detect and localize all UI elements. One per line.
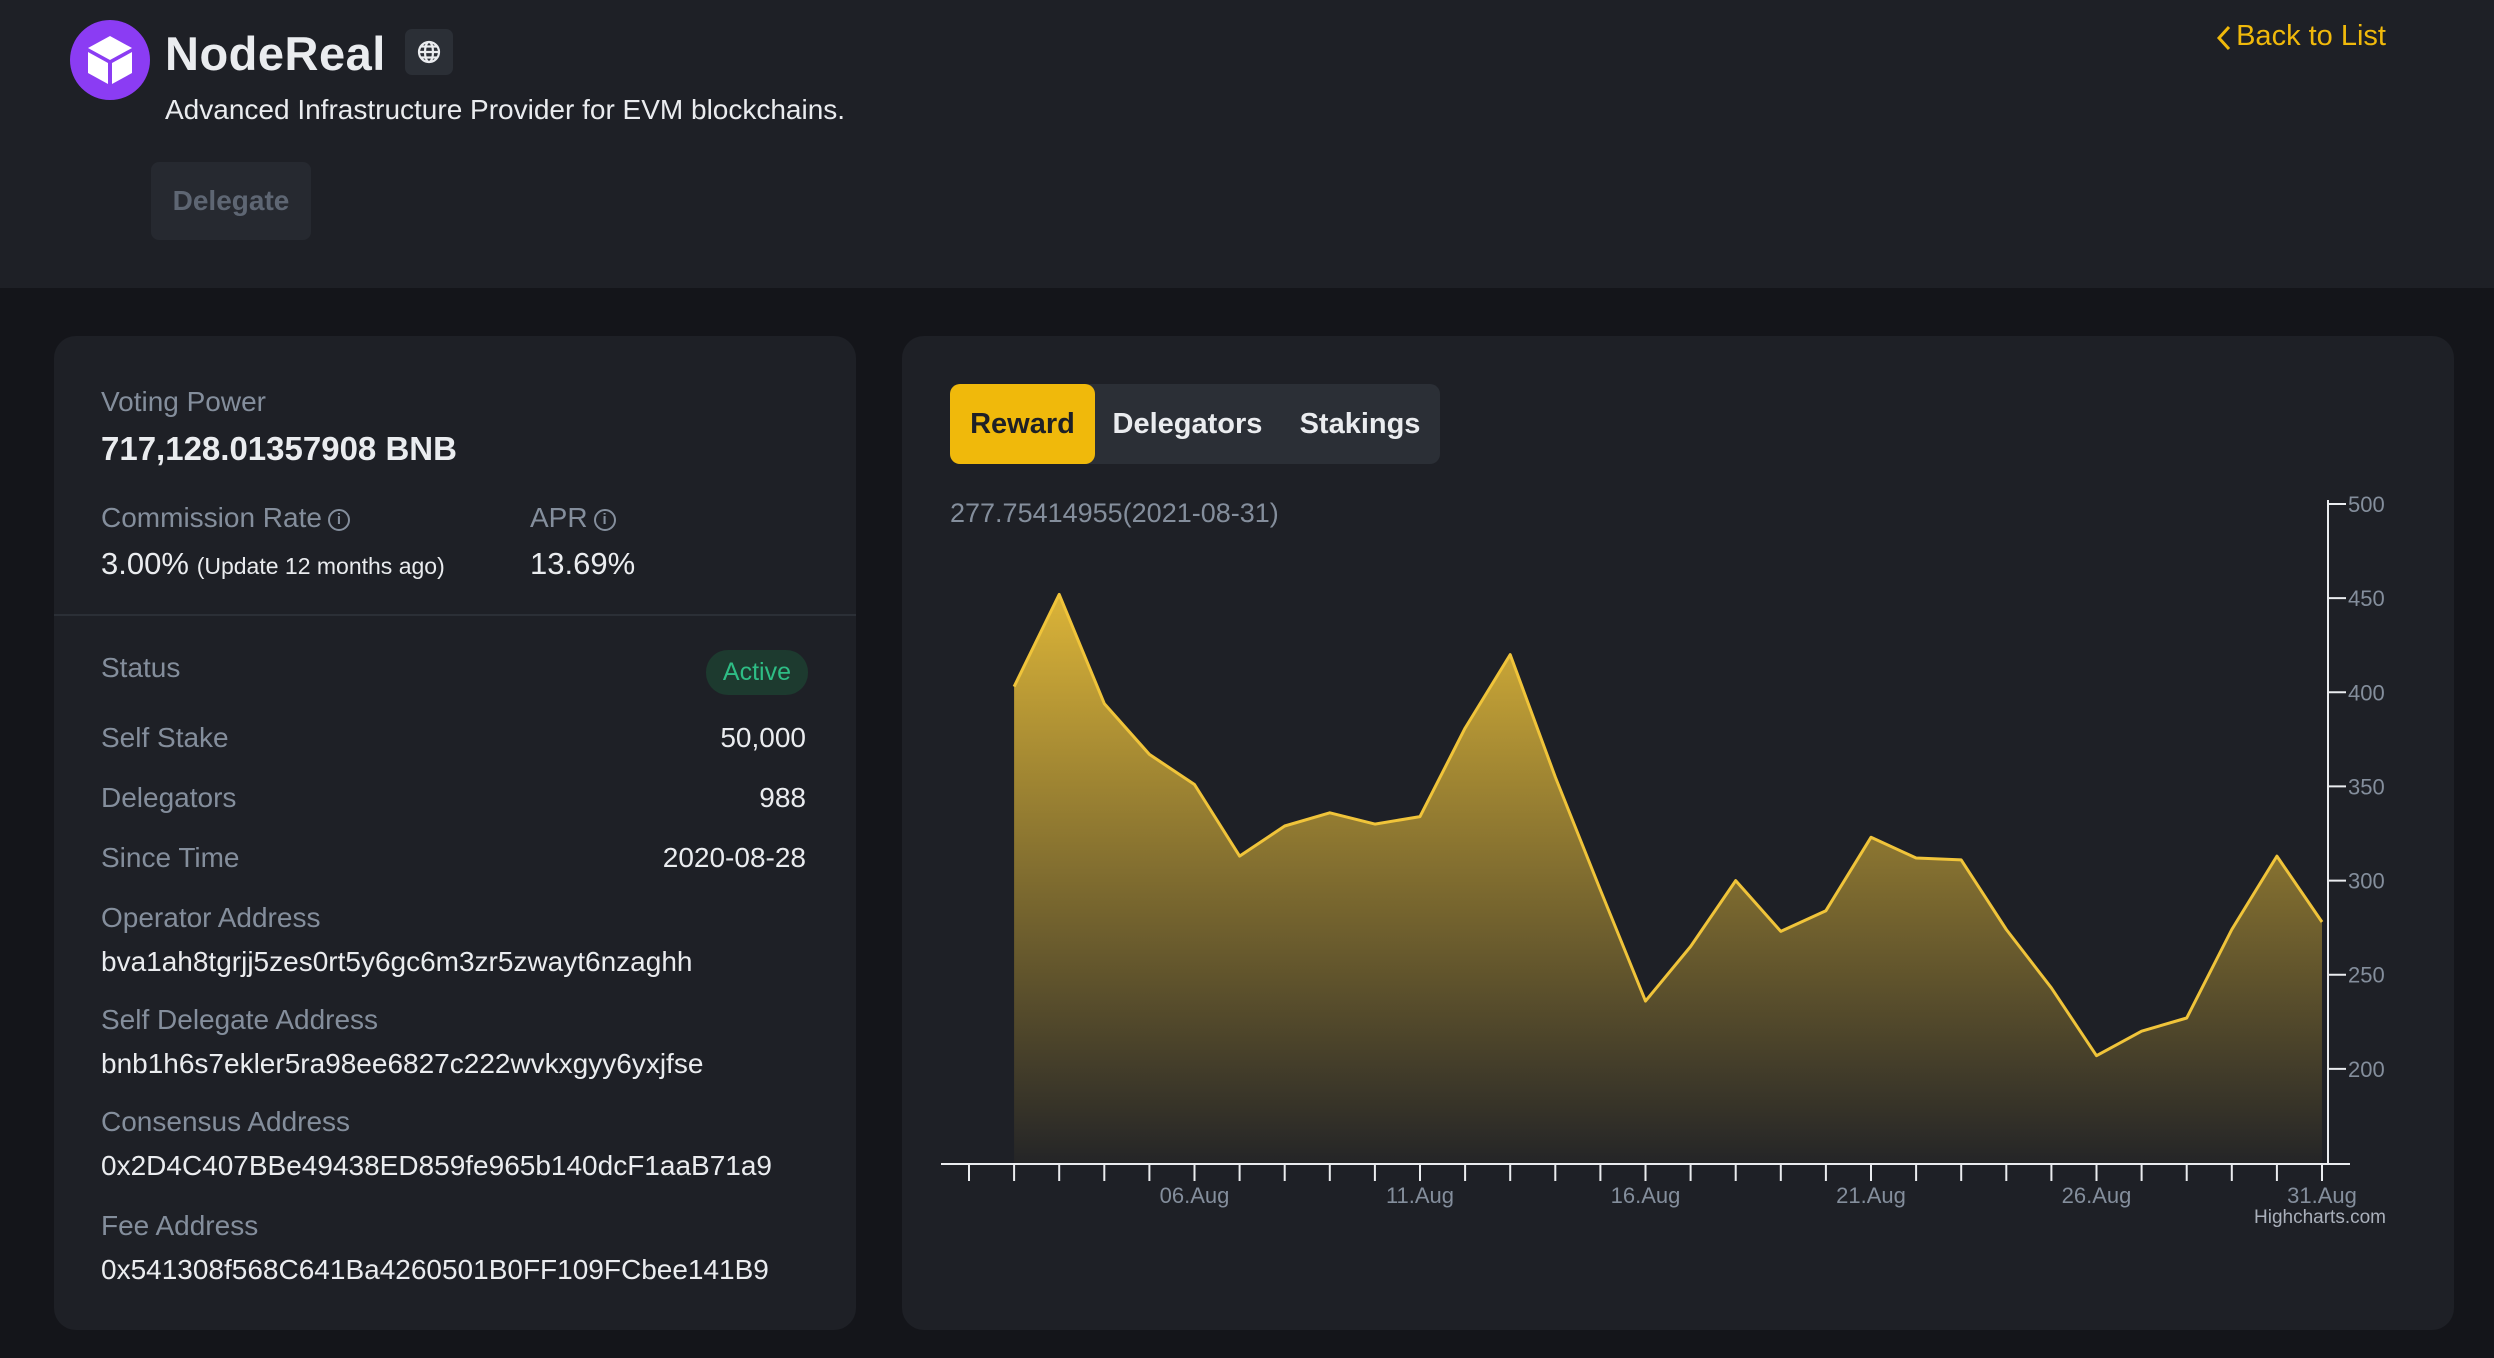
y-tick-label: 400 <box>2348 680 2385 705</box>
commission-rate-value: 3.00% <box>101 546 189 581</box>
apr-label: APR i <box>530 502 616 534</box>
delegate-button[interactable]: Delegate <box>151 162 311 240</box>
y-tick-label: 250 <box>2348 963 2385 988</box>
commission-rate-text: Commission Rate <box>101 502 322 533</box>
self-stake-value: 50,000 <box>720 722 806 753</box>
y-tick-label: 450 <box>2348 586 2385 611</box>
validator-logo <box>70 20 150 100</box>
y-tick-label: 500 <box>2348 492 2385 517</box>
fee-address-value: 0x541308f568C641Ba4260501B0FF109FCbee141… <box>101 1254 769 1285</box>
self-delegate-address-value: bnb1h6s7ekler5ra98ee6827c222wvkxgyy6yxjf… <box>101 1048 704 1079</box>
y-tick-label: 350 <box>2348 774 2385 799</box>
apr-text: APR <box>530 502 588 533</box>
x-tick-label: 26.Aug <box>2062 1183 2132 1208</box>
back-to-list-link[interactable]: Back to List <box>2216 20 2386 53</box>
info-icon[interactable]: i <box>327 509 350 531</box>
status-label: Status <box>101 652 181 683</box>
since-time-label: Since Time <box>101 842 240 873</box>
chevron-left-icon <box>2217 25 2231 50</box>
commission-update-note: (Update 12 months ago) <box>196 553 445 579</box>
since-time-value: 2020-08-28 <box>662 842 806 873</box>
x-tick-label: 21.Aug <box>1836 1183 1906 1208</box>
y-tick-label: 200 <box>2348 1057 2385 1082</box>
self-stake-label: Self Stake <box>101 722 229 753</box>
voting-power-value: 717,128.01357908 BNB <box>101 430 457 467</box>
x-tick-label: 31.Aug <box>2287 1183 2357 1208</box>
x-tick-label: 16.Aug <box>1611 1183 1681 1208</box>
validator-stats-card: Voting Power 717,128.01357908 BNB Commis… <box>54 336 856 1330</box>
status-badge: Active <box>705 650 808 695</box>
website-button[interactable] <box>405 29 453 75</box>
stats-divider <box>54 614 856 616</box>
reward-chart: 06.Aug 11.Aug 16.Aug 21.Aug 26.Aug 31.Aug 200 2… <box>941 492 2386 1228</box>
apr-value: 13.69% <box>530 546 636 581</box>
commission-rate-value-row: 3.00% (Update 12 months ago) <box>101 546 445 582</box>
fee-address-label: Fee Address <box>101 1210 259 1241</box>
globe-icon <box>417 40 441 64</box>
operator-address-label: Operator Address <box>101 902 321 933</box>
validator-header: NodeReal Advanced Infrastructure Provide… <box>0 0 2494 288</box>
operator-address-value: bva1ah8tgrjj5zes0rt5y6gc6m3zr5zwayt6nzag… <box>101 946 693 977</box>
commission-rate-label: Commission Rate i <box>101 502 350 534</box>
back-to-list-label: Back to List <box>2236 20 2386 52</box>
delegators-value: 988 <box>759 782 806 813</box>
consensus-address-value: 0x2D4C407BBe49438ED859fe965b140dcF1aaB71… <box>101 1150 772 1181</box>
info-icon[interactable]: i <box>593 509 616 531</box>
reward-area <box>1014 594 2322 1163</box>
validator-description: Advanced Infrastructure Provider for EVM… <box>165 94 846 125</box>
consensus-address-label: Consensus Address <box>101 1106 351 1137</box>
x-tick-label: 06.Aug <box>1160 1183 1230 1208</box>
x-tick-label: 11.Aug <box>1386 1183 1454 1208</box>
delegators-label: Delegators <box>101 782 237 813</box>
validator-name: NodeReal <box>165 27 386 80</box>
chart-card: Reward Delegators Stakings 277.75414955(… <box>902 336 2454 1330</box>
y-tick-label: 300 <box>2348 869 2385 894</box>
highcharts-credits: Highcharts.com <box>2254 1207 2386 1228</box>
self-delegate-address-label: Self Delegate Address <box>101 1004 379 1035</box>
voting-power-label: Voting Power <box>101 386 266 417</box>
cube-icon <box>88 36 132 84</box>
